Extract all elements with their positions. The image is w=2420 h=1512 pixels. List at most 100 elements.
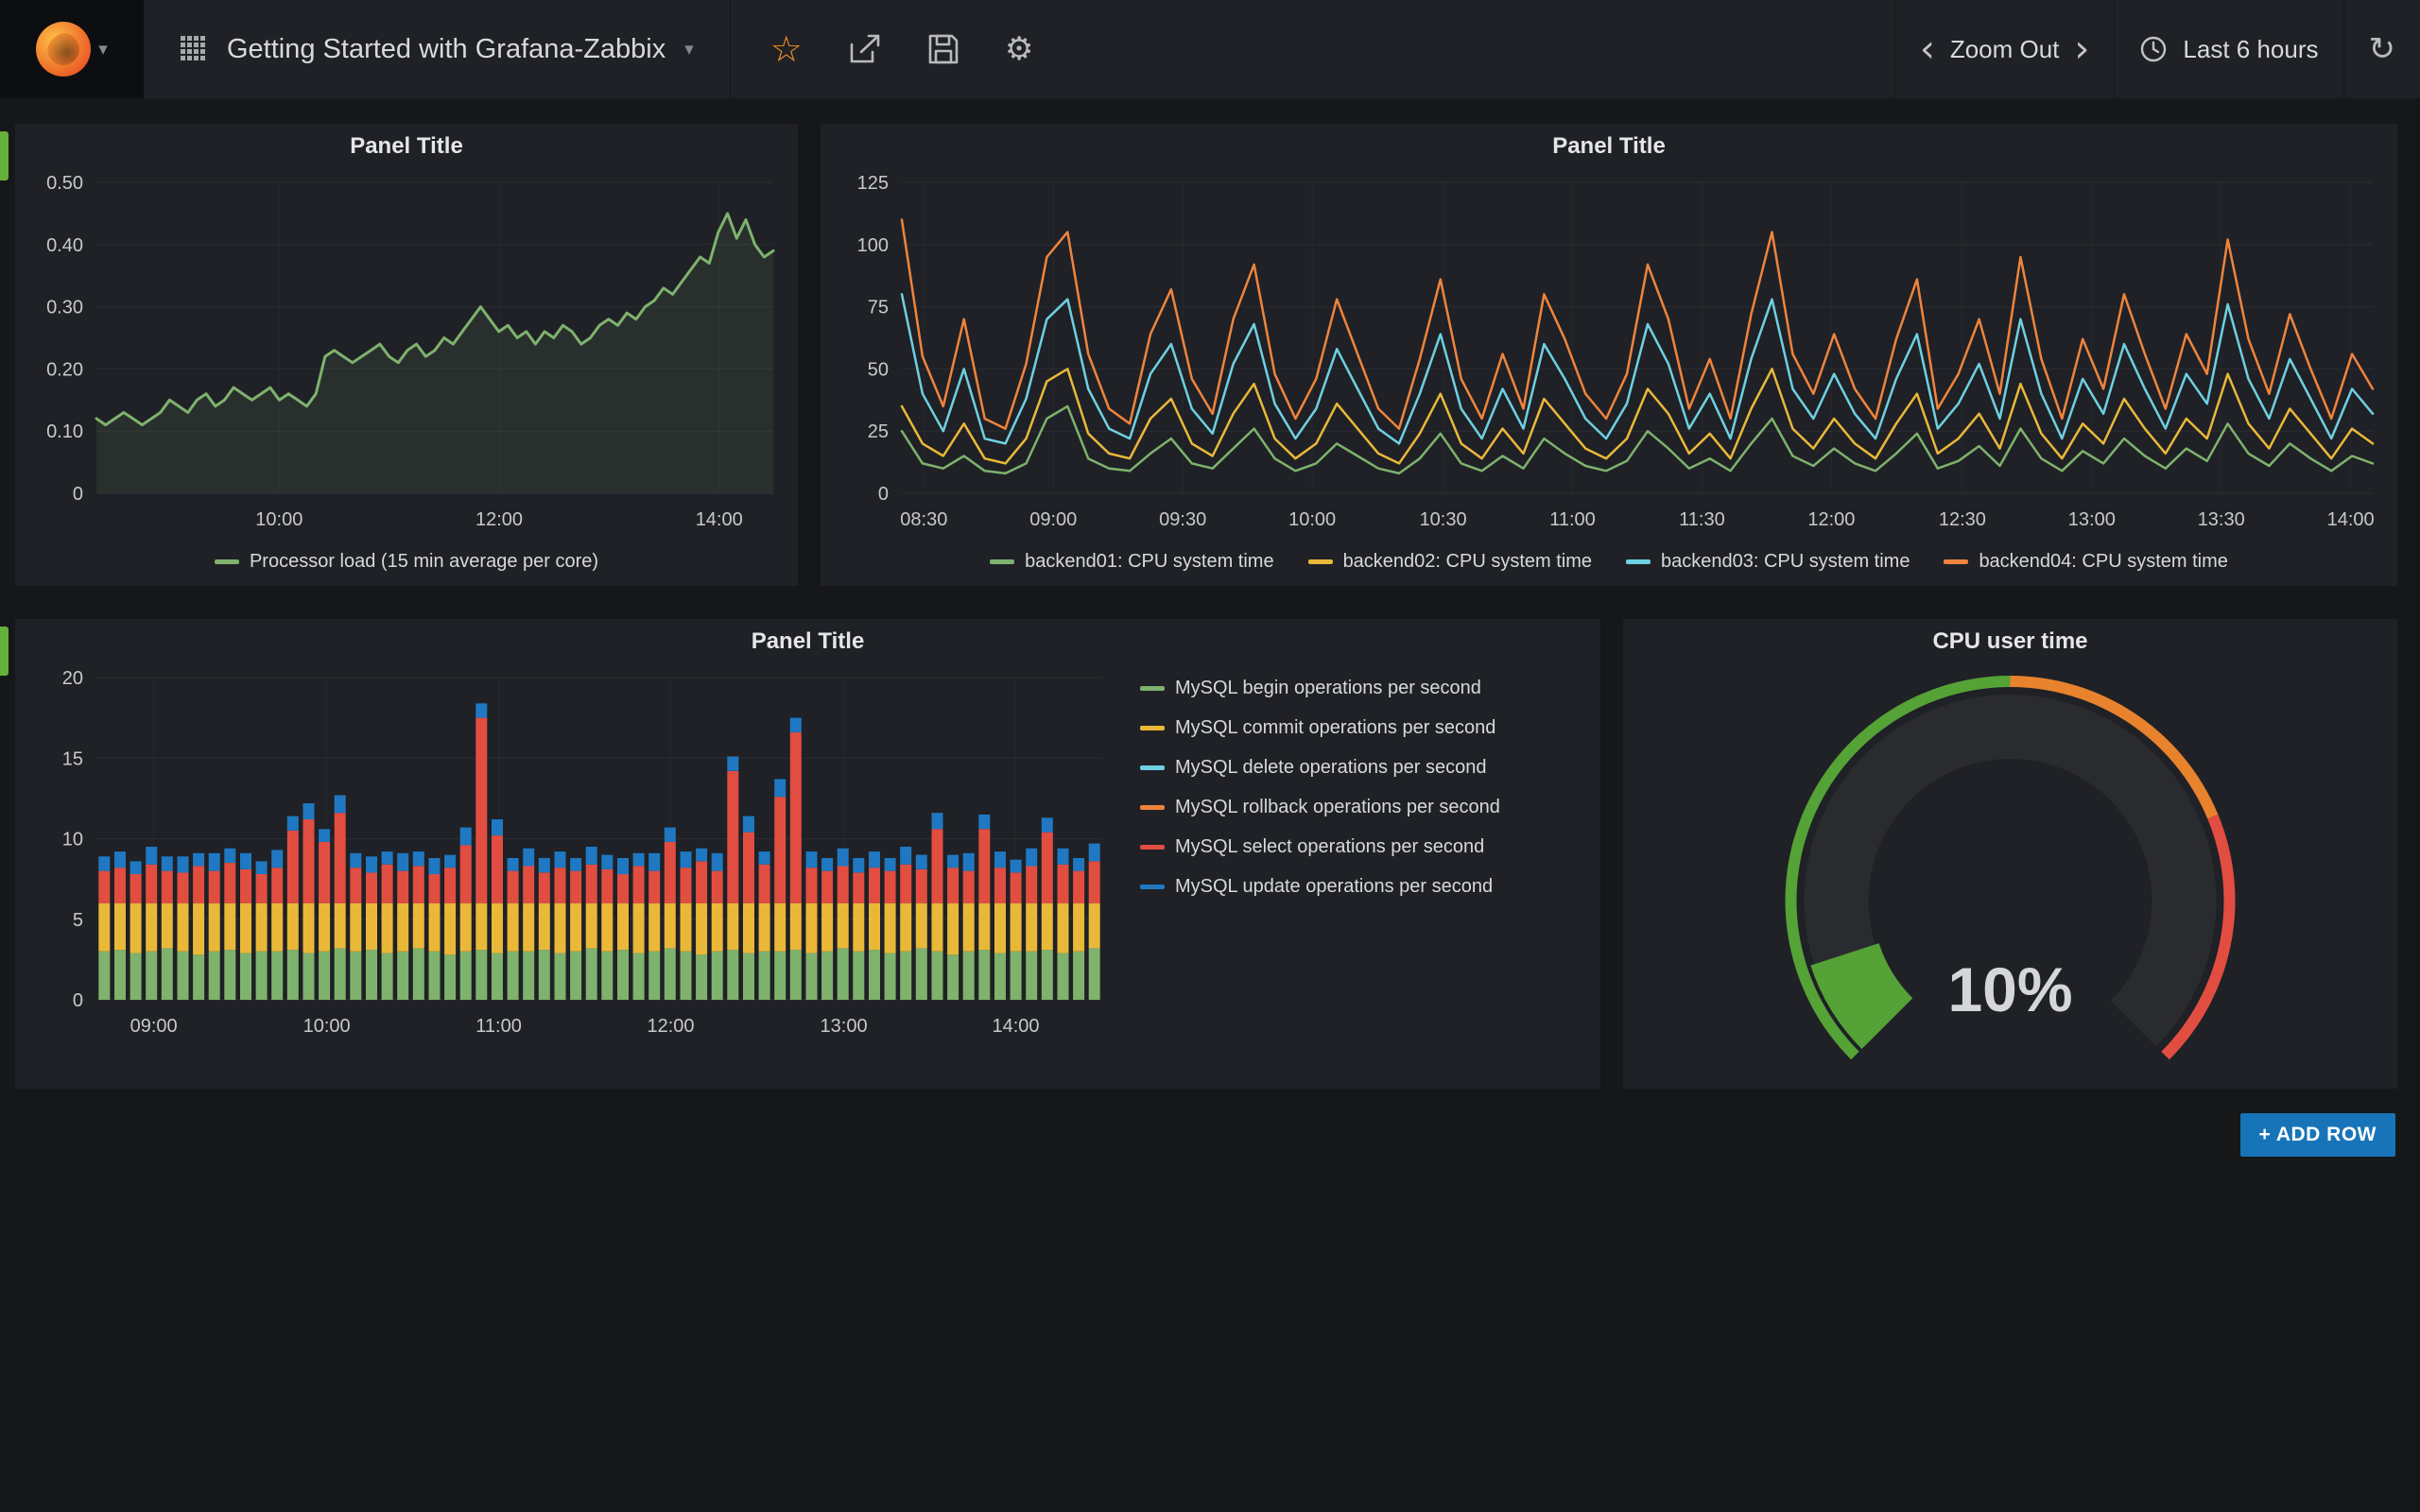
svg-text:13:00: 13:00: [2068, 509, 2116, 530]
svg-text:0.20: 0.20: [46, 359, 83, 380]
star-icon[interactable]: ☆: [770, 28, 803, 70]
grafana-logo-button[interactable]: ▾: [0, 0, 144, 98]
cpu-system-time-chart[interactable]: 08:3009:0009:3010:0010:3011:0011:3012:00…: [828, 169, 2390, 539]
clock-icon: [2139, 35, 2168, 63]
dashboard-title-button[interactable]: Getting Started with Grafana-Zabbix ▾: [144, 0, 731, 98]
time-range-label: Last 6 hours: [2183, 35, 2318, 64]
legend-label: MySQL begin operations per second: [1175, 678, 1481, 699]
row-toggle[interactable]: [0, 131, 9, 180]
legend-swatch: [1140, 765, 1165, 770]
legend-swatch: [1944, 559, 1968, 564]
svg-text:100: 100: [857, 235, 889, 256]
chevron-down-icon: ▾: [98, 41, 108, 59]
legend-label: MySQL commit operations per second: [1175, 717, 1495, 739]
share-icon[interactable]: [848, 33, 882, 65]
svg-text:14:00: 14:00: [2327, 509, 2375, 530]
legend-item[interactable]: backend02: CPU system time: [1308, 551, 1592, 573]
grafana-logo-icon: [36, 22, 91, 77]
chevron-down-icon: ▾: [684, 41, 694, 59]
legend-item[interactable]: backend03: CPU system time: [1626, 551, 1910, 573]
legend-label: backend01: CPU system time: [1025, 551, 1273, 573]
svg-text:50: 50: [868, 359, 889, 380]
cpu-user-time-gauge[interactable]: 10%: [1623, 664, 2397, 1081]
chart-legend: backend01: CPU system time backend02: CPU…: [821, 544, 2397, 578]
svg-text:0.40: 0.40: [46, 235, 83, 256]
svg-text:15: 15: [62, 748, 83, 769]
legend-label: MySQL select operations per second: [1175, 836, 1484, 858]
svg-text:0: 0: [878, 484, 889, 505]
svg-text:09:30: 09:30: [1159, 509, 1206, 530]
legend-item[interactable]: Processor load (15 min average per core): [215, 551, 598, 573]
svg-text:12:30: 12:30: [1939, 509, 1986, 530]
panel-mysql-operations: Panel Title 09:0010:0011:0012:0013:0014:…: [15, 619, 1600, 1089]
legend-swatch: [1140, 726, 1165, 730]
refresh-icon[interactable]: ↻: [2369, 30, 2396, 68]
legend-item[interactable]: MySQL delete operations per second: [1140, 757, 1500, 779]
svg-text:14:00: 14:00: [696, 509, 743, 530]
panel-title[interactable]: CPU user time: [1623, 619, 2397, 664]
svg-text:11:00: 11:00: [475, 1016, 522, 1037]
svg-text:10:00: 10:00: [1288, 509, 1336, 530]
add-row-button[interactable]: + ADD ROW: [2240, 1113, 2395, 1157]
legend-label: MySQL update operations per second: [1175, 876, 1493, 898]
legend-item[interactable]: MySQL select operations per second: [1140, 836, 1500, 858]
legend-swatch: [990, 559, 1014, 564]
svg-text:12:00: 12:00: [648, 1016, 695, 1037]
gear-icon[interactable]: ⚙: [1005, 30, 1033, 68]
dashboard-grid-icon: [180, 35, 208, 63]
svg-text:10:30: 10:30: [1420, 509, 1467, 530]
svg-text:13:30: 13:30: [2198, 509, 2245, 530]
svg-text:5: 5: [73, 910, 83, 931]
svg-text:10:00: 10:00: [255, 509, 302, 530]
svg-text:10%: 10%: [1947, 954, 2072, 1024]
svg-text:11:30: 11:30: [1679, 509, 1725, 530]
navbar-right: ‹ Zoom Out › Last 6 hours ↻: [1894, 0, 2420, 98]
legend-swatch: [1308, 559, 1333, 564]
legend-label: backend02: CPU system time: [1343, 551, 1592, 573]
legend-item[interactable]: MySQL commit operations per second: [1140, 717, 1500, 739]
legend-item[interactable]: backend01: CPU system time: [990, 551, 1273, 573]
svg-text:0.10: 0.10: [46, 421, 83, 442]
svg-text:12:00: 12:00: [475, 509, 523, 530]
svg-text:08:30: 08:30: [900, 509, 947, 530]
mysql-operations-chart[interactable]: 09:0010:0011:0012:0013:0014:0005101520: [23, 664, 1119, 1045]
legend-item[interactable]: MySQL begin operations per second: [1140, 678, 1500, 699]
refresh-group: ↻: [2343, 0, 2420, 98]
panel-cpu-system-time: Panel Title 08:30 09:00 09:30 10:00 10:30 11:…: [821, 124, 2397, 586]
legend-item[interactable]: MySQL rollback operations per second: [1140, 797, 1500, 818]
svg-text:09:00: 09:00: [130, 1016, 178, 1037]
row-toggle[interactable]: [0, 627, 9, 676]
panel-title[interactable]: Panel Title: [821, 124, 2397, 169]
navbar: ▾ Getting Started with Grafana-Zabbix ▾ …: [0, 0, 2420, 98]
legend-swatch: [1626, 559, 1651, 564]
legend-label: Processor load (15 min average per core): [250, 551, 598, 573]
svg-text:0: 0: [73, 990, 83, 1011]
svg-text:75: 75: [868, 298, 889, 318]
panel-title[interactable]: Panel Title: [15, 124, 798, 169]
svg-text:12:00: 12:00: [1807, 509, 1855, 530]
legend-swatch: [1140, 885, 1165, 889]
chevron-left-icon[interactable]: ‹: [1920, 34, 1935, 64]
save-icon[interactable]: [927, 33, 959, 65]
legend-swatch: [1140, 805, 1165, 810]
svg-text:25: 25: [868, 421, 889, 442]
chart-legend: Processor load (15 min average per core): [15, 544, 798, 578]
svg-text:13:00: 13:00: [821, 1016, 868, 1037]
svg-text:14:00: 14:00: [992, 1016, 1039, 1037]
processor-load-chart[interactable]: 10:0012:0014:0000.100.200.300.400.50: [23, 169, 790, 539]
legend-swatch: [1140, 686, 1165, 691]
legend-item[interactable]: MySQL update operations per second: [1140, 876, 1500, 898]
legend-item[interactable]: backend04: CPU system time: [1944, 551, 2227, 573]
panel-title[interactable]: Panel Title: [15, 619, 1600, 664]
chart-legend: MySQL begin operations per second MySQL c…: [1140, 678, 1500, 898]
legend-swatch: [215, 559, 239, 564]
chevron-right-icon[interactable]: ›: [2074, 34, 2089, 64]
svg-text:09:00: 09:00: [1029, 509, 1077, 530]
time-picker-button[interactable]: Last 6 hours: [2114, 0, 2342, 98]
legend-swatch: [1140, 845, 1165, 850]
legend-label: backend03: CPU system time: [1661, 551, 1910, 573]
panel-processor-load: Panel Title 10:0012:0014:0000.100.200.30…: [15, 124, 798, 586]
dashboard-actions: ☆ ⚙: [770, 28, 1034, 70]
zoom-out-button[interactable]: Zoom Out: [1950, 35, 2060, 64]
panel-cpu-user-time: CPU user time 10%: [1623, 619, 2397, 1089]
